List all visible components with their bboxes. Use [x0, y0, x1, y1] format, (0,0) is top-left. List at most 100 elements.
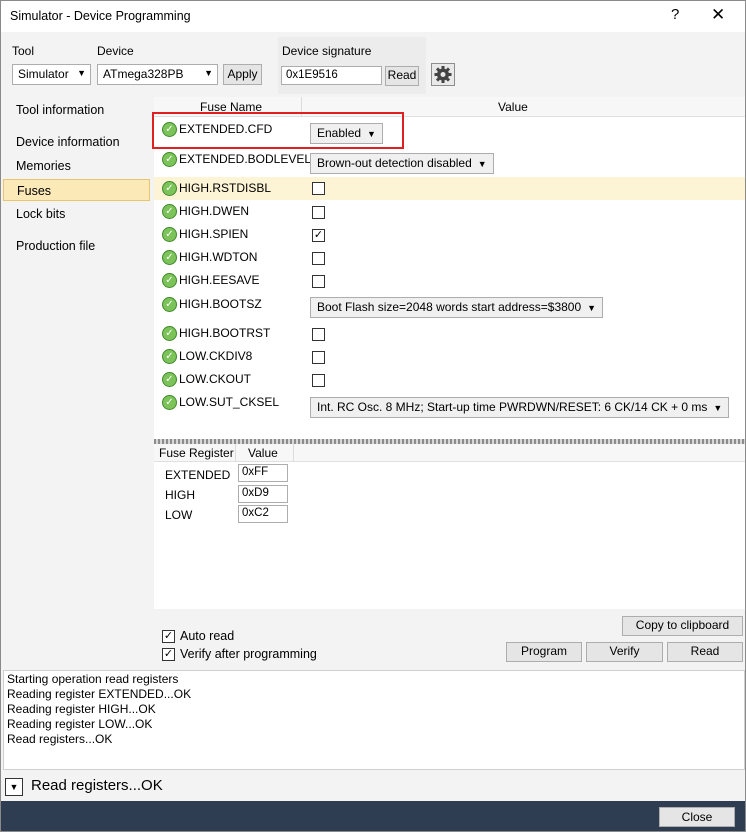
verify-after-programming-label: Verify after programming [180, 647, 317, 661]
fuse-name: LOW.SUT_CKSEL [179, 395, 280, 409]
help-icon[interactable]: ? [671, 6, 679, 23]
fuse-value-checkbox[interactable] [312, 351, 325, 364]
signature-field: 0x1E9516 [281, 66, 382, 85]
fuse-row-selected[interactable]: ✓ HIGH.RSTDISBL [154, 177, 745, 200]
fuse-row: ✓ LOW.CKOUT [154, 368, 745, 391]
copy-to-clipboard-button[interactable]: Copy to clipboard [622, 616, 743, 636]
sidebar-item-lock-bits[interactable]: Lock bits [3, 203, 150, 225]
auto-read-checkbox[interactable]: ✓ [162, 630, 175, 643]
status-text: Read registers...OK [31, 777, 163, 794]
fuse-name: HIGH.DWEN [179, 204, 249, 218]
log-line: Read registers...OK [7, 732, 113, 746]
chevron-down-icon: ▼ [477, 159, 487, 169]
tool-selection-area: Tool Device Simulator ▼ ATmega328PB ▼ Ap… [1, 32, 745, 94]
device-label: Device [97, 44, 134, 58]
fuse-name: HIGH.WDTON [179, 250, 258, 264]
check-circle-icon: ✓ [162, 181, 177, 196]
title-bar: Simulator - Device Programming ? ✕ [1, 1, 745, 32]
chevron-down-icon: ▼ [204, 68, 213, 78]
fuse-value-select[interactable]: Int. RC Osc. 8 MHz; Start-up time PWRDWN… [310, 397, 730, 418]
signature-panel: Device signature 0x1E9516 Read [278, 37, 426, 94]
dialog-footer: Close [1, 801, 745, 831]
chevron-down-icon: ▼ [713, 403, 723, 413]
fuse-row: ✓ HIGH.SPIEN ✓ [154, 223, 745, 246]
apply-button[interactable]: Apply [223, 64, 262, 85]
fuse-name: HIGH.BOOTRST [179, 326, 271, 340]
check-circle-icon: ✓ [162, 152, 177, 167]
register-value-field[interactable]: 0xC2 [238, 505, 288, 523]
log-line: Reading register HIGH...OK [7, 702, 156, 716]
fuse-value-checkbox-checked[interactable]: ✓ [312, 229, 325, 242]
register-value-field[interactable]: 0xFF [238, 464, 288, 482]
fuse-row: ✓ HIGH.BOOTRST [154, 322, 745, 345]
sidebar-item-fuses[interactable]: Fuses [3, 179, 150, 201]
fuse-value-select[interactable]: Boot Flash size=2048 words start address… [310, 297, 604, 318]
output-log[interactable]: Starting operation read registers Readin… [3, 670, 745, 770]
settings-button[interactable] [431, 63, 455, 86]
device-select-value: ATmega328PB [103, 67, 184, 81]
verify-button[interactable]: Verify [586, 642, 663, 662]
fuse-row: ✓ HIGH.EESAVE [154, 269, 745, 292]
verify-after-programming-checkbox[interactable]: ✓ [162, 648, 175, 661]
read-signature-button[interactable]: Read [385, 66, 419, 86]
fuse-register-header: Fuse Register [159, 446, 234, 460]
gear-icon [434, 66, 452, 83]
fuse-name: HIGH.BOOTSZ [179, 297, 262, 311]
column-divider [235, 444, 236, 462]
device-select[interactable]: ATmega328PB ▼ [97, 64, 218, 85]
fuse-value-header: Value [498, 100, 528, 114]
fuse-value-checkbox[interactable] [312, 182, 325, 195]
register-value-field[interactable]: 0xD9 [238, 485, 288, 503]
highlight-box [152, 112, 404, 149]
window-title: Simulator - Device Programming [10, 9, 191, 23]
check-circle-icon: ✓ [162, 395, 177, 410]
register-table-header: Fuse Register Value [154, 444, 745, 462]
read-button[interactable]: Read [667, 642, 743, 662]
fuse-value-checkbox[interactable] [312, 275, 325, 288]
fuse-value-checkbox[interactable] [312, 328, 325, 341]
status-bar: ▼ Read registers...OK [1, 771, 745, 801]
expand-log-button[interactable]: ▼ [5, 778, 23, 796]
select-value: Boot Flash size=2048 words start address… [317, 300, 582, 314]
sidebar-item-memories[interactable]: Memories [3, 155, 150, 177]
fuse-value-checkbox[interactable] [312, 206, 325, 219]
register-name: EXTENDED [165, 468, 231, 482]
sidebar-item-production-file[interactable]: Production file [3, 235, 150, 257]
signature-label: Device signature [282, 44, 372, 58]
fuse-row: ✓ HIGH.WDTON [154, 246, 745, 269]
chevron-down-icon: ▼ [77, 68, 86, 78]
check-circle-icon: ✓ [162, 326, 177, 341]
tool-select-value: Simulator [18, 67, 69, 81]
sidebar-item-device-information[interactable]: Device information [3, 131, 150, 153]
sidebar-item-tool-information[interactable]: Tool information [3, 99, 150, 121]
sidebar: Tool information Device information Memo… [1, 94, 152, 668]
chevron-down-icon: ▼ [587, 303, 597, 313]
device-programming-window: Simulator - Device Programming ? ✕ Tool … [0, 0, 746, 832]
tool-label: Tool [12, 44, 35, 58]
fuse-name: HIGH.RSTDISBL [179, 181, 272, 195]
fuse-name: LOW.CKOUT [179, 372, 252, 386]
tool-select[interactable]: Simulator ▼ [12, 64, 91, 85]
register-name: LOW [165, 508, 193, 522]
fuse-register-table: Fuse Register Value EXTENDED 0xFF HIGH 0… [154, 444, 745, 609]
fuse-name: LOW.CKDIV8 [179, 349, 253, 363]
check-circle-icon: ✓ [162, 250, 177, 265]
fuse-name: EXTENDED.BODLEVEL [179, 152, 312, 166]
program-button[interactable]: Program [506, 642, 582, 662]
check-circle-icon: ✓ [162, 297, 177, 312]
fuse-name: HIGH.SPIEN [179, 227, 249, 241]
fuse-row: ✓ HIGH.DWEN [154, 200, 745, 223]
check-circle-icon: ✓ [162, 227, 177, 242]
fuse-row: ✓ LOW.CKDIV8 [154, 345, 745, 368]
close-icon[interactable]: ✕ [711, 5, 725, 25]
fuse-value-checkbox[interactable] [312, 374, 325, 387]
close-button[interactable]: Close [659, 807, 735, 827]
column-divider [293, 444, 294, 462]
fuse-value-checkbox[interactable] [312, 252, 325, 265]
check-circle-icon: ✓ [162, 204, 177, 219]
programming-controls: ✓ Auto read ✓ Verify after programming C… [154, 609, 745, 668]
log-line: Starting operation read registers [7, 672, 179, 686]
fuse-value-select[interactable]: Brown-out detection disabled ▼ [310, 153, 494, 174]
auto-read-label: Auto read [180, 629, 235, 643]
fuse-name: HIGH.EESAVE [179, 273, 260, 287]
